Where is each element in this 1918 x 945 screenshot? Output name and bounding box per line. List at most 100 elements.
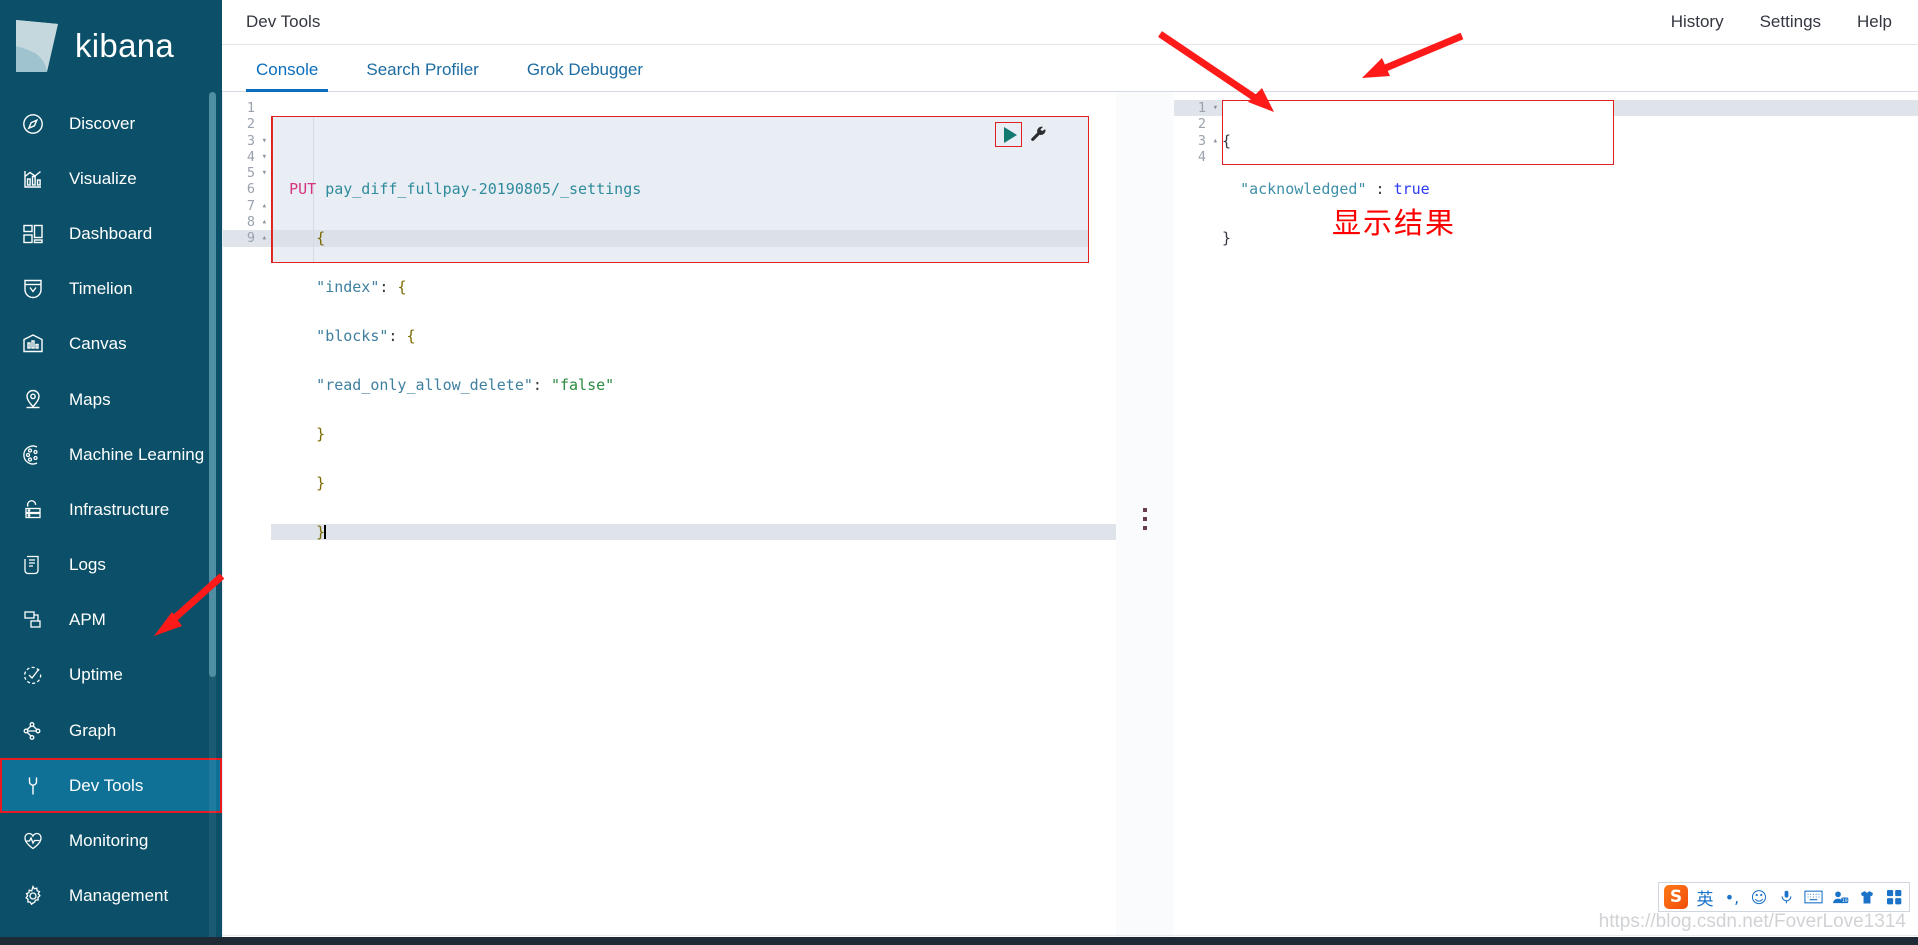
request-code[interactable]: PUT pay_diff_fullpay-20190805/_settings … (271, 100, 1116, 573)
timelion-icon (18, 274, 48, 304)
soft-keyboard-icon[interactable] (1803, 890, 1823, 904)
request-editor-pane[interactable]: 1 2 3 ▾ 4 ▾ 5 ▾ 6 7 ▴ 8 ▴ 9 ▴ PUT pay_di… (222, 92, 1116, 945)
sidebar-item-dev-tools[interactable]: Dev Tools (0, 758, 222, 814)
code-line-2: PUT pay_diff_fullpay-20190805/_settings (271, 181, 1116, 197)
bar-chart-icon (18, 164, 48, 194)
line-number: 4 (246, 148, 255, 165)
voice-input-icon[interactable] (1776, 889, 1796, 905)
resp-line-2: "acknowledged" : true (1240, 180, 1430, 199)
gutter-line: 8 ▴ (223, 214, 271, 230)
line-number: 3 (246, 132, 255, 149)
sidebar-item-label: APM (69, 610, 106, 630)
sidebar-item-graph[interactable]: Graph (0, 703, 222, 758)
json-key: read_only_allow_delete (325, 376, 524, 395)
gutter-line: 4 (1174, 149, 1222, 165)
toolbox-icon[interactable] (1884, 889, 1904, 905)
tab-search-profiler[interactable]: Search Profiler (356, 60, 488, 91)
header-link-help[interactable]: Help (1857, 12, 1892, 32)
json-key: acknowledged (1249, 180, 1358, 199)
code-line-8: } (316, 473, 326, 492)
kibana-dev-tools-window: kibana Discover Visualize Dashboard Time… (0, 0, 1918, 945)
kibana-brand[interactable]: kibana (0, 0, 222, 92)
sidebar-item-visualize[interactable]: Visualize (0, 151, 222, 206)
sidebar-item-label: Uptime (69, 665, 123, 685)
play-button[interactable] (995, 122, 1022, 147)
compass-icon (18, 109, 48, 139)
main-content: Dev Tools History Settings Help Console … (222, 0, 1918, 945)
tab-grok-debugger[interactable]: Grok Debugger (517, 60, 653, 91)
response-editor[interactable]: 1 ▾ 2 3 ▴ 4 { "acknowledged" : true } (1174, 100, 1918, 247)
punctuation-toggle-icon[interactable]: •, (1722, 888, 1742, 907)
annotation-display-result: 显示结果 (1332, 206, 1457, 240)
sidebar-item-timelion[interactable]: Timelion (0, 262, 222, 317)
sidebar-item-uptime[interactable]: Uptime (0, 648, 222, 703)
fold-marker[interactable]: ▾ (262, 133, 267, 149)
wrench-icon[interactable] (1029, 125, 1048, 144)
fold-marker[interactable]: ▴ (1213, 133, 1218, 149)
sidebar-item-label: Management (69, 886, 169, 906)
response-gutter: 1 ▾ 2 3 ▴ 4 (1174, 100, 1222, 165)
global-nav-sidebar: kibana Discover Visualize Dashboard Time… (0, 0, 222, 945)
page-title: Dev Tools (246, 12, 321, 31)
svg-text:19: 19 (1841, 898, 1847, 904)
splitter-grip-icon[interactable] (1143, 507, 1147, 530)
gutter-line: 3 ▴ (1174, 133, 1222, 149)
gutter-line: 9 ▴ (223, 230, 271, 247)
sogou-logo-icon[interactable]: S (1664, 885, 1688, 909)
fold-marker[interactable]: ▴ (262, 198, 267, 214)
sidebar-item-dashboard[interactable]: Dashboard (0, 206, 222, 261)
response-pane[interactable]: 1 ▾ 2 3 ▴ 4 { "acknowledged" : true } (1174, 92, 1918, 945)
sidebar-item-label: Maps (69, 389, 111, 409)
sidebar-item-management[interactable]: Management (0, 869, 222, 924)
gutter-line: 7 ▴ (223, 198, 271, 214)
code-line-4: "index": { (316, 278, 407, 297)
sidebar-item-label: Machine Learning (69, 444, 205, 464)
code-line-3: { (316, 229, 326, 248)
sidebar-item-label: Canvas (69, 334, 127, 354)
request-path: pay_diff_fullpay-20190805/_settings (325, 180, 642, 199)
line-number: 8 (246, 214, 255, 231)
infrastructure-icon (18, 495, 48, 525)
header-link-history[interactable]: History (1671, 12, 1724, 32)
fold-marker[interactable]: ▾ (262, 149, 267, 165)
user-account-icon[interactable]: 19 (1830, 890, 1850, 905)
sidebar-item-apm[interactable]: APM (0, 593, 222, 648)
sidebar-item-machine-learning[interactable]: Machine Learning (0, 427, 222, 482)
sidebar-item-infrastructure[interactable]: Infrastructure (0, 482, 222, 537)
response-code[interactable]: { "acknowledged" : true } (1222, 100, 1918, 328)
line-number: 1 (1197, 100, 1206, 116)
sidebar-item-maps[interactable]: Maps (0, 372, 222, 427)
kibana-wordmark: kibana (75, 27, 175, 64)
header-link-settings[interactable]: Settings (1760, 12, 1821, 32)
line-number: 5 (246, 165, 255, 182)
sidebar-item-logs[interactable]: Logs (0, 538, 222, 593)
sidebar-item-label: Timelion (69, 279, 133, 299)
sidebar-item-canvas[interactable]: Canvas (0, 317, 222, 372)
skin-theme-icon[interactable] (1857, 890, 1877, 905)
pane-splitter[interactable] (1116, 92, 1174, 945)
json-key: blocks (325, 327, 380, 346)
tab-console[interactable]: Console (246, 60, 329, 92)
fold-marker[interactable]: ▾ (262, 165, 267, 181)
sidebar-item-monitoring[interactable]: Monitoring (0, 813, 222, 868)
sidebar-item-discover[interactable]: Discover (0, 96, 222, 151)
emoji-icon[interactable]: ☺ (1749, 888, 1769, 907)
ime-toolbar[interactable]: S 英 •, ☺ 19 (1658, 882, 1910, 912)
request-editor[interactable]: 1 2 3 ▾ 4 ▾ 5 ▾ 6 7 ▴ 8 ▴ 9 ▴ PUT pay_di… (223, 100, 1116, 541)
header-links: History Settings Help (1671, 12, 1892, 32)
gutter-line: 6 (223, 181, 271, 197)
line-number: 4 (1197, 148, 1206, 165)
code-line-6: "read_only_allow_delete": "false" (316, 376, 615, 395)
sidebar-scrollbar-thumb[interactable] (209, 92, 216, 677)
sidebar-item-label: Dev Tools (69, 775, 144, 795)
apm-icon (18, 605, 48, 635)
code-line-5: "blocks": { (316, 327, 416, 346)
fold-marker[interactable]: ▴ (262, 230, 267, 246)
canvas-icon (18, 329, 48, 359)
kibana-logo-icon (14, 20, 59, 72)
ime-mode-label[interactable]: 英 (1695, 885, 1715, 910)
fold-marker[interactable]: ▾ (1213, 100, 1218, 116)
fold-marker[interactable]: ▴ (262, 214, 267, 230)
http-method: PUT (289, 180, 317, 199)
